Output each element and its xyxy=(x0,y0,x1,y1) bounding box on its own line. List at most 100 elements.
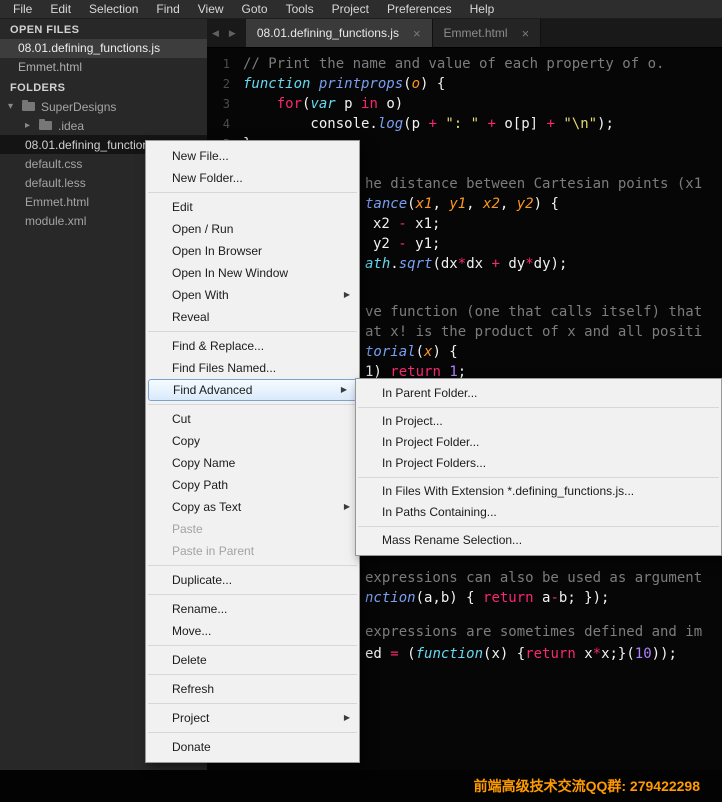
code-token: console. xyxy=(243,116,378,132)
code-fragment: torial(x) { xyxy=(365,342,458,362)
code-token: a xyxy=(533,590,551,606)
statusbar-text: 前端高级技术交流QQ群: 279422298 xyxy=(473,778,700,794)
tree-label: .idea xyxy=(58,118,85,133)
menu-item-in-parent-folder[interactable]: In Parent Folder... xyxy=(356,383,721,404)
menu-item-find-advanced[interactable]: Find Advanced ▶ xyxy=(148,379,357,401)
menu-item-copy-path[interactable]: Copy Path xyxy=(146,474,359,496)
menu-item-label: In Files With Extension *.defining_funct… xyxy=(382,484,635,498)
menubar-item-file[interactable]: File xyxy=(4,0,41,19)
tree-item-superdesigns[interactable]: ▾ SuperDesigns xyxy=(0,97,207,116)
code-token: p xyxy=(335,96,362,112)
submenu-arrow-icon: ▶ xyxy=(343,713,350,722)
open-files-list: 08.01.defining_functions.js Emmet.html xyxy=(0,39,207,77)
open-file-emmet-html[interactable]: Emmet.html xyxy=(0,58,207,77)
menu-item-find-files-named[interactable]: Find Files Named... xyxy=(146,357,359,379)
tab-emmet-html[interactable]: Emmet.html × xyxy=(432,19,542,47)
menu-item-new-folder[interactable]: New Folder... xyxy=(146,167,359,189)
code-token: sqrt xyxy=(398,256,433,272)
code-token: // Print the name and value of each prop… xyxy=(243,56,665,72)
code-line: 3 for(var p in o) xyxy=(207,94,722,114)
menubar-item-goto[interactable]: Goto xyxy=(233,0,277,19)
tab-08-01-defining-functions-js[interactable]: 08.01.defining_functions.js × xyxy=(245,19,433,47)
menu-item-move[interactable]: Move... xyxy=(146,620,359,642)
menu-separator xyxy=(358,477,719,478)
menubar-item-view[interactable]: View xyxy=(189,0,233,19)
menubar-item-find[interactable]: Find xyxy=(147,0,188,19)
code-token: in xyxy=(361,96,378,112)
open-file-08-01-defining-functions-js[interactable]: 08.01.defining_functions.js xyxy=(0,39,207,58)
menu-item-project[interactable]: Project ▶ xyxy=(146,707,359,729)
menu-item-open-with[interactable]: Open With ▶ xyxy=(146,284,359,306)
code-token: + xyxy=(491,256,500,272)
menu-item-edit[interactable]: Edit xyxy=(146,196,359,218)
menu-item-label: Paste in Parent xyxy=(172,544,255,558)
menu-item-duplicate[interactable]: Duplicate... xyxy=(146,569,359,591)
code-token: , xyxy=(499,196,517,212)
menu-item-copy-name[interactable]: Copy Name xyxy=(146,452,359,474)
menu-item-open-run[interactable]: Open / Run xyxy=(146,218,359,240)
code-fragment: x2 - x1; xyxy=(373,214,440,234)
code-token: nction xyxy=(365,590,416,606)
menubar-item-edit[interactable]: Edit xyxy=(41,0,80,19)
menu-item-in-project[interactable]: In Project... xyxy=(356,411,721,432)
code-token: (p xyxy=(403,116,429,132)
tab-close-icon[interactable]: × xyxy=(413,26,421,41)
tree-label: default.css xyxy=(25,156,83,171)
tab-label: 08.01.defining_functions.js xyxy=(256,26,399,40)
menu-item-in-project-folder[interactable]: In Project Folder... xyxy=(356,432,721,453)
tab-close-icon[interactable]: × xyxy=(522,26,530,41)
tree-label: default.less xyxy=(25,175,86,190)
tab-nav-forward-icon[interactable]: ▶ xyxy=(224,19,241,47)
submenu-arrow-icon: ▶ xyxy=(340,385,347,394)
menu-item-label: Move... xyxy=(172,624,212,638)
menu-item-delete[interactable]: Delete xyxy=(146,649,359,671)
menu-separator xyxy=(148,404,357,405)
menubar-item-help[interactable]: Help xyxy=(461,0,504,19)
menu-item-in-paths-containing[interactable]: In Paths Containing... xyxy=(356,502,721,523)
menu-item-label: Duplicate... xyxy=(172,573,233,587)
open-file-label: 08.01.defining_functions.js xyxy=(18,41,161,55)
menu-item-copy-as-text[interactable]: Copy as Text ▶ xyxy=(146,496,359,518)
code-lines: 1 // Print the name and value of each pro… xyxy=(207,48,722,154)
menu-item-in-project-folders[interactable]: In Project Folders... xyxy=(356,453,721,474)
menubar-item-selection[interactable]: Selection xyxy=(80,0,147,19)
code-token: dx xyxy=(466,256,492,272)
menu-item-rename[interactable]: Rename... xyxy=(146,598,359,620)
code-token: y1 xyxy=(449,196,467,212)
code-token: y2 xyxy=(373,236,399,252)
code-text: for(var p in o) xyxy=(243,94,403,114)
menu-item-find-replace[interactable]: Find & Replace... xyxy=(146,335,359,357)
menu-item-reveal[interactable]: Reveal xyxy=(146,306,359,328)
tree-label: module.xml xyxy=(25,213,87,228)
menu-separator xyxy=(148,674,357,675)
menubar-item-project[interactable]: Project xyxy=(323,0,378,19)
menu-item-cut[interactable]: Cut xyxy=(146,408,359,430)
code-text: console.log(p + ": " + o[p] + "\n"); xyxy=(243,114,614,134)
code-token: ) { xyxy=(420,76,446,92)
menu-item-mass-rename-selection[interactable]: Mass Rename Selection... xyxy=(356,530,721,551)
menubar-item-tools[interactable]: Tools xyxy=(277,0,323,19)
tree-label: SuperDesigns xyxy=(41,99,117,114)
tab-nav-back-icon[interactable]: ◀ xyxy=(207,19,224,47)
menu-item-label: Copy Name xyxy=(172,456,236,470)
menu-item-copy[interactable]: Copy xyxy=(146,430,359,452)
tab-label: Emmet.html xyxy=(443,26,508,40)
code-token: = xyxy=(390,646,399,662)
code-token: dy); xyxy=(533,256,568,272)
menu-item-refresh[interactable]: Refresh xyxy=(146,678,359,700)
menu-item-label: Cut xyxy=(172,412,191,426)
menu-item-donate[interactable]: Donate xyxy=(146,736,359,758)
menu-item-new-file[interactable]: New File... xyxy=(146,145,359,167)
folder-icon xyxy=(22,100,35,111)
collapse-icon[interactable]: ▾ xyxy=(8,101,22,112)
menu-separator xyxy=(148,192,357,193)
menubar-item-preferences[interactable]: Preferences xyxy=(378,0,461,19)
code-token: o[p] xyxy=(495,116,547,132)
menu-item-in-files-with-extension-defining-functions-js[interactable]: In Files With Extension *.defining_funct… xyxy=(356,481,721,502)
menu-item-open-in-new-window[interactable]: Open In New Window xyxy=(146,262,359,284)
code-fragment: he distance between Cartesian points (x1 xyxy=(365,174,702,194)
tree-item-idea[interactable]: ▸ .idea xyxy=(0,116,207,135)
expand-icon[interactable]: ▸ xyxy=(25,120,39,131)
code-token: (dx xyxy=(432,256,458,272)
menu-item-open-in-browser[interactable]: Open In Browser xyxy=(146,240,359,262)
